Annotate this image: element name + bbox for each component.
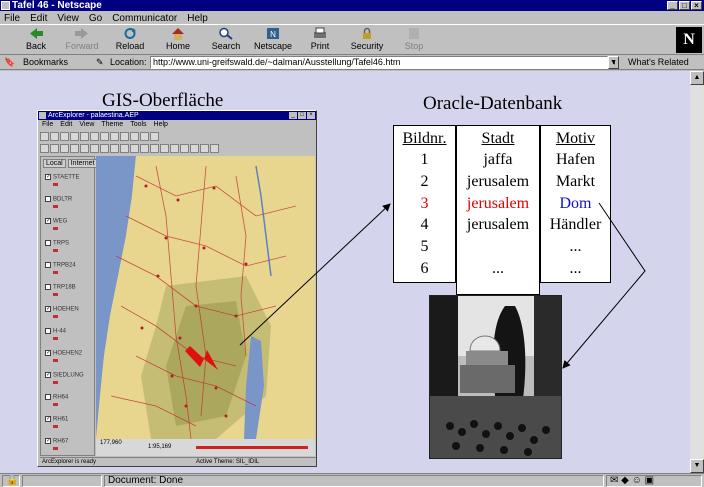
search-icon [219, 27, 233, 40]
print-button[interactable]: Print [297, 27, 343, 54]
netscape-icon: N [267, 28, 279, 39]
navigation-toolbar: Back Forward Reload Home Search N Netsca… [0, 24, 704, 55]
menu-help[interactable]: Help [187, 13, 208, 24]
window-title: Tafel 46 - Netscape [12, 0, 102, 11]
menu-file[interactable]: File [4, 13, 20, 24]
status-text: Document: Done [104, 475, 604, 487]
home-icon [172, 28, 184, 40]
bookmarks-icon[interactable]: 🔖 [4, 57, 15, 68]
forward-arrow-icon [75, 28, 88, 39]
menu-go[interactable]: Go [89, 13, 102, 24]
menu-communicator[interactable]: Communicator [112, 13, 177, 24]
whats-related-button[interactable]: What's Related [628, 57, 689, 67]
netscape-logo[interactable]: N [676, 27, 702, 53]
back-button[interactable]: Back [13, 27, 59, 54]
location-bar: 🔖 Bookmarks ✎ Location: http://www.uni-g… [0, 55, 704, 70]
menu-view[interactable]: View [57, 13, 79, 24]
security-lock-icon [363, 27, 371, 39]
netscape-app-icon [1, 1, 10, 10]
security-status-icon[interactable]: 🔒 [2, 475, 20, 487]
reload-icon [124, 28, 136, 39]
whats-related-icon[interactable]: ◐ [612, 57, 617, 67]
menu-edit[interactable]: Edit [30, 13, 47, 24]
menu-bar: File Edit View Go Communicator Help [0, 12, 704, 24]
minimize-button[interactable]: _ [667, 1, 678, 10]
connector-arrows [239, 202, 646, 369]
location-label: Location: [110, 57, 147, 67]
component-bar: ✉ ◆ ☺ ▣ [606, 475, 702, 487]
stop-icon [409, 28, 419, 39]
status-bar: 🔒 Document: Done ✉ ◆ ☺ ▣ [0, 473, 704, 487]
search-button[interactable]: Search [203, 27, 249, 54]
scroll-up-button[interactable]: ▲ [690, 71, 704, 85]
print-icon [314, 27, 326, 38]
url-input[interactable]: http://www.uni-greifswald.de/~dalman/Aus… [150, 56, 608, 69]
bookmarks-button[interactable]: Bookmarks [23, 57, 68, 67]
page-content: GIS-Oberfläche Oracle-Datenbank ArcExplo… [0, 71, 690, 473]
netscape-button[interactable]: N Netscape [250, 27, 296, 54]
gis-to-table-arrow [239, 203, 391, 346]
scroll-down-button[interactable]: ▼ [690, 459, 704, 473]
forward-button[interactable]: Forward [59, 27, 105, 54]
close-button[interactable]: × [691, 1, 702, 10]
stop-button[interactable]: Stop [391, 27, 437, 54]
window-titlebar: Tafel 46 - Netscape _ □ × [0, 0, 704, 11]
back-arrow-icon [30, 28, 43, 39]
svg-text:N: N [270, 30, 276, 39]
progress-cell [22, 475, 102, 487]
maximize-button[interactable]: □ [679, 1, 690, 10]
reload-button[interactable]: Reload [107, 27, 153, 54]
table-to-photo-arrow [562, 202, 646, 369]
component-icons[interactable]: ✉ ◆ ☺ ▣ [610, 475, 654, 486]
security-button[interactable]: Security [344, 27, 390, 54]
location-icon[interactable]: ✎ [96, 57, 104, 68]
home-button[interactable]: Home [155, 27, 201, 54]
vertical-scrollbar[interactable]: ▲ ▼ [690, 71, 704, 473]
